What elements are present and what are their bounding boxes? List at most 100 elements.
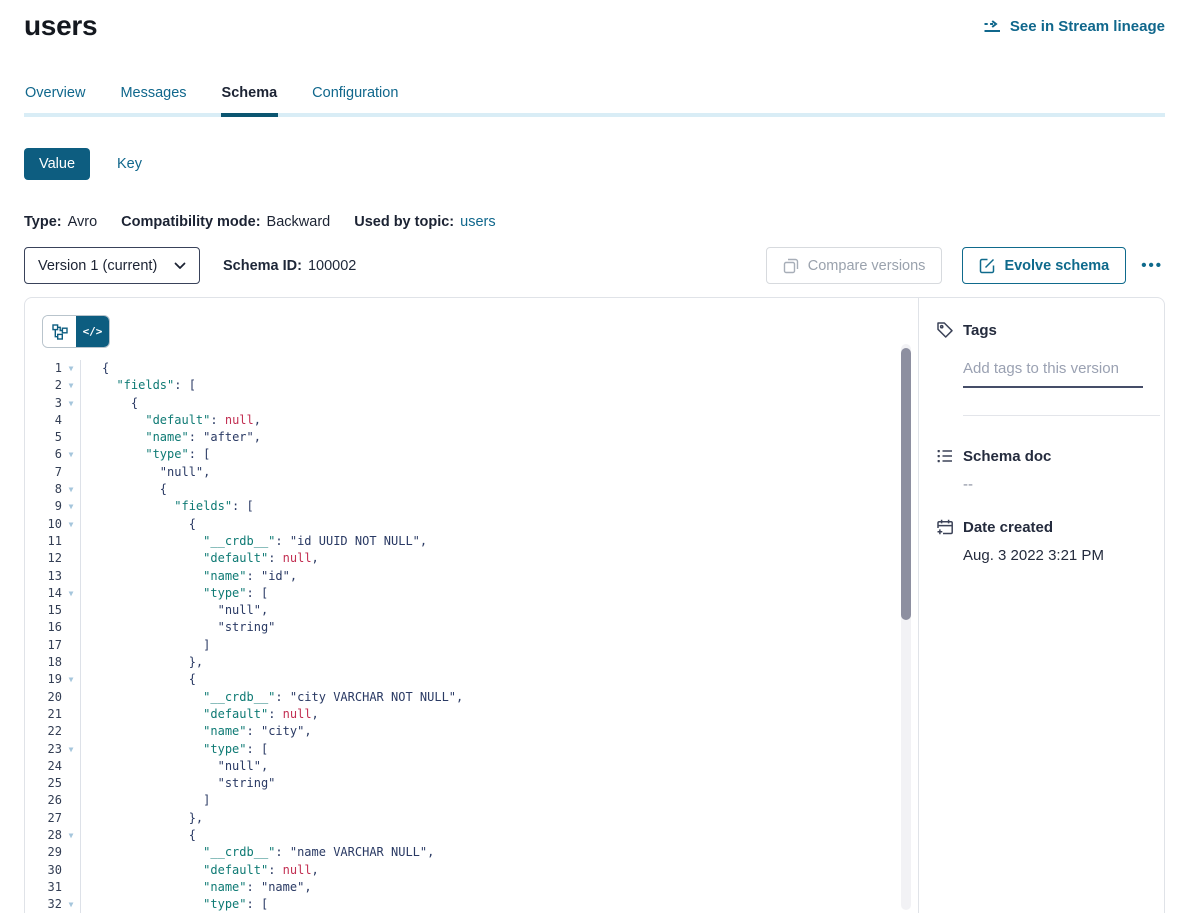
sidebar-divider: [963, 415, 1160, 416]
schema-id: Schema ID:100002: [223, 258, 356, 274]
line-number: 8: [25, 481, 62, 498]
code-text: "type": [: [80, 585, 268, 602]
compare-versions-button[interactable]: Compare versions: [766, 247, 943, 284]
doc-list-icon: [936, 447, 954, 465]
fold-toggle-icon[interactable]: ▼: [62, 516, 80, 533]
code-line: 32▼ "type": [: [25, 896, 918, 913]
fold-toggle-icon[interactable]: ▼: [62, 671, 80, 688]
tree-view-button[interactable]: [43, 316, 76, 347]
fold-spacer: [62, 654, 80, 671]
code-line: 5 "name": "after",: [25, 429, 918, 446]
code-text: "fields": [: [80, 498, 254, 515]
code-text: "string": [80, 619, 275, 636]
code-text: {: [80, 827, 196, 844]
fold-spacer: [62, 775, 80, 792]
line-number: 21: [25, 706, 62, 723]
editor-scrollbar-track[interactable]: [901, 344, 911, 910]
line-number: 9: [25, 498, 62, 515]
code-line: 19▼ {: [25, 671, 918, 688]
value-key-toggle: Value Key: [24, 148, 1165, 180]
version-select[interactable]: Version 1 (current): [24, 247, 200, 284]
line-number: 16: [25, 619, 62, 636]
key-toggle-button[interactable]: Key: [117, 156, 142, 172]
code-view-icon: </>: [83, 325, 103, 338]
line-number: 10: [25, 516, 62, 533]
fold-toggle-icon[interactable]: ▼: [62, 395, 80, 412]
fold-toggle-icon[interactable]: ▼: [62, 446, 80, 463]
value-toggle-button[interactable]: Value: [24, 148, 90, 180]
code-text: "null",: [80, 758, 268, 775]
code-view-button[interactable]: </>: [76, 316, 109, 347]
schema-doc-value: --: [963, 476, 1164, 493]
date-created-section: Date created Aug. 3 2022 3:21 PM: [936, 518, 1164, 564]
tab-configuration[interactable]: Configuration: [311, 79, 399, 113]
line-number: 24: [25, 758, 62, 775]
code-text: "default": null,: [80, 706, 319, 723]
fold-toggle-icon[interactable]: ▼: [62, 498, 80, 515]
code-line: 18 },: [25, 654, 918, 671]
line-number: 5: [25, 429, 62, 446]
fold-toggle-icon[interactable]: ▼: [62, 896, 80, 913]
fold-spacer: [62, 706, 80, 723]
evolve-schema-button[interactable]: Evolve schema: [962, 247, 1126, 284]
fold-toggle-icon[interactable]: ▼: [62, 377, 80, 394]
fold-spacer: [62, 637, 80, 654]
tab-schema[interactable]: Schema: [221, 79, 279, 117]
tab-messages[interactable]: Messages: [119, 79, 187, 113]
topic-link[interactable]: users: [460, 214, 495, 230]
code-text: "name": "name",: [80, 879, 312, 896]
schema-code-panel: </> 1▼{2▼ "fields": [3▼ {4 "default": nu…: [24, 297, 919, 913]
code-text: ]: [80, 792, 210, 809]
code-text: "string": [80, 775, 275, 792]
code-line: 27 },: [25, 810, 918, 827]
code-line: 14▼ "type": [: [25, 585, 918, 602]
code-text: "type": [: [80, 896, 268, 913]
code-line: 3▼ {: [25, 395, 918, 412]
fold-toggle-icon[interactable]: ▼: [62, 360, 80, 377]
line-number: 25: [25, 775, 62, 792]
line-number: 1: [25, 360, 62, 377]
line-number: 3: [25, 395, 62, 412]
code-text: "default": null,: [80, 862, 319, 879]
code-line: 28▼ {: [25, 827, 918, 844]
fold-toggle-icon[interactable]: ▼: [62, 827, 80, 844]
code-line: 8▼ {: [25, 481, 918, 498]
code-line: 17 ]: [25, 637, 918, 654]
fold-toggle-icon[interactable]: ▼: [62, 481, 80, 498]
add-tags-input[interactable]: [963, 360, 1143, 388]
fold-spacer: [62, 723, 80, 740]
line-number: 19: [25, 671, 62, 688]
editor-view-toggle: </>: [42, 315, 110, 348]
editor-scrollbar-thumb[interactable]: [901, 348, 911, 620]
fold-spacer: [62, 844, 80, 861]
tab-overview[interactable]: Overview: [24, 79, 86, 113]
code-text: "__crdb__": "name VARCHAR NULL",: [80, 844, 434, 861]
code-line: 10▼ {: [25, 516, 918, 533]
fold-spacer: [62, 810, 80, 827]
line-number: 14: [25, 585, 62, 602]
code-text: "name": "id",: [80, 568, 297, 585]
line-number: 20: [25, 689, 62, 706]
more-actions-button[interactable]: •••: [1139, 253, 1165, 278]
date-created-value: Aug. 3 2022 3:21 PM: [963, 547, 1164, 564]
fold-toggle-icon[interactable]: ▼: [62, 741, 80, 758]
fold-spacer: [62, 429, 80, 446]
fold-spacer: [62, 758, 80, 775]
fold-spacer: [62, 602, 80, 619]
schema-content: </> 1▼{2▼ "fields": [3▼ {4 "default": nu…: [24, 297, 1165, 913]
code-editor: 1▼{2▼ "fields": [3▼ {4 "default": null,5…: [25, 360, 918, 913]
see-in-stream-lineage-link[interactable]: See in Stream lineage: [983, 18, 1165, 35]
code-text: },: [80, 654, 203, 671]
tags-heading: Tags: [936, 321, 1164, 339]
line-number: 2: [25, 377, 62, 394]
fold-toggle-icon[interactable]: ▼: [62, 585, 80, 602]
line-number: 23: [25, 741, 62, 758]
line-number: 32: [25, 896, 62, 913]
date-created-heading: Date created: [936, 518, 1164, 536]
code-line: 30 "default": null,: [25, 862, 918, 879]
fold-spacer: [62, 879, 80, 896]
line-number: 18: [25, 654, 62, 671]
code-text: },: [80, 810, 203, 827]
line-number: 22: [25, 723, 62, 740]
compare-versions-icon: [783, 258, 799, 274]
